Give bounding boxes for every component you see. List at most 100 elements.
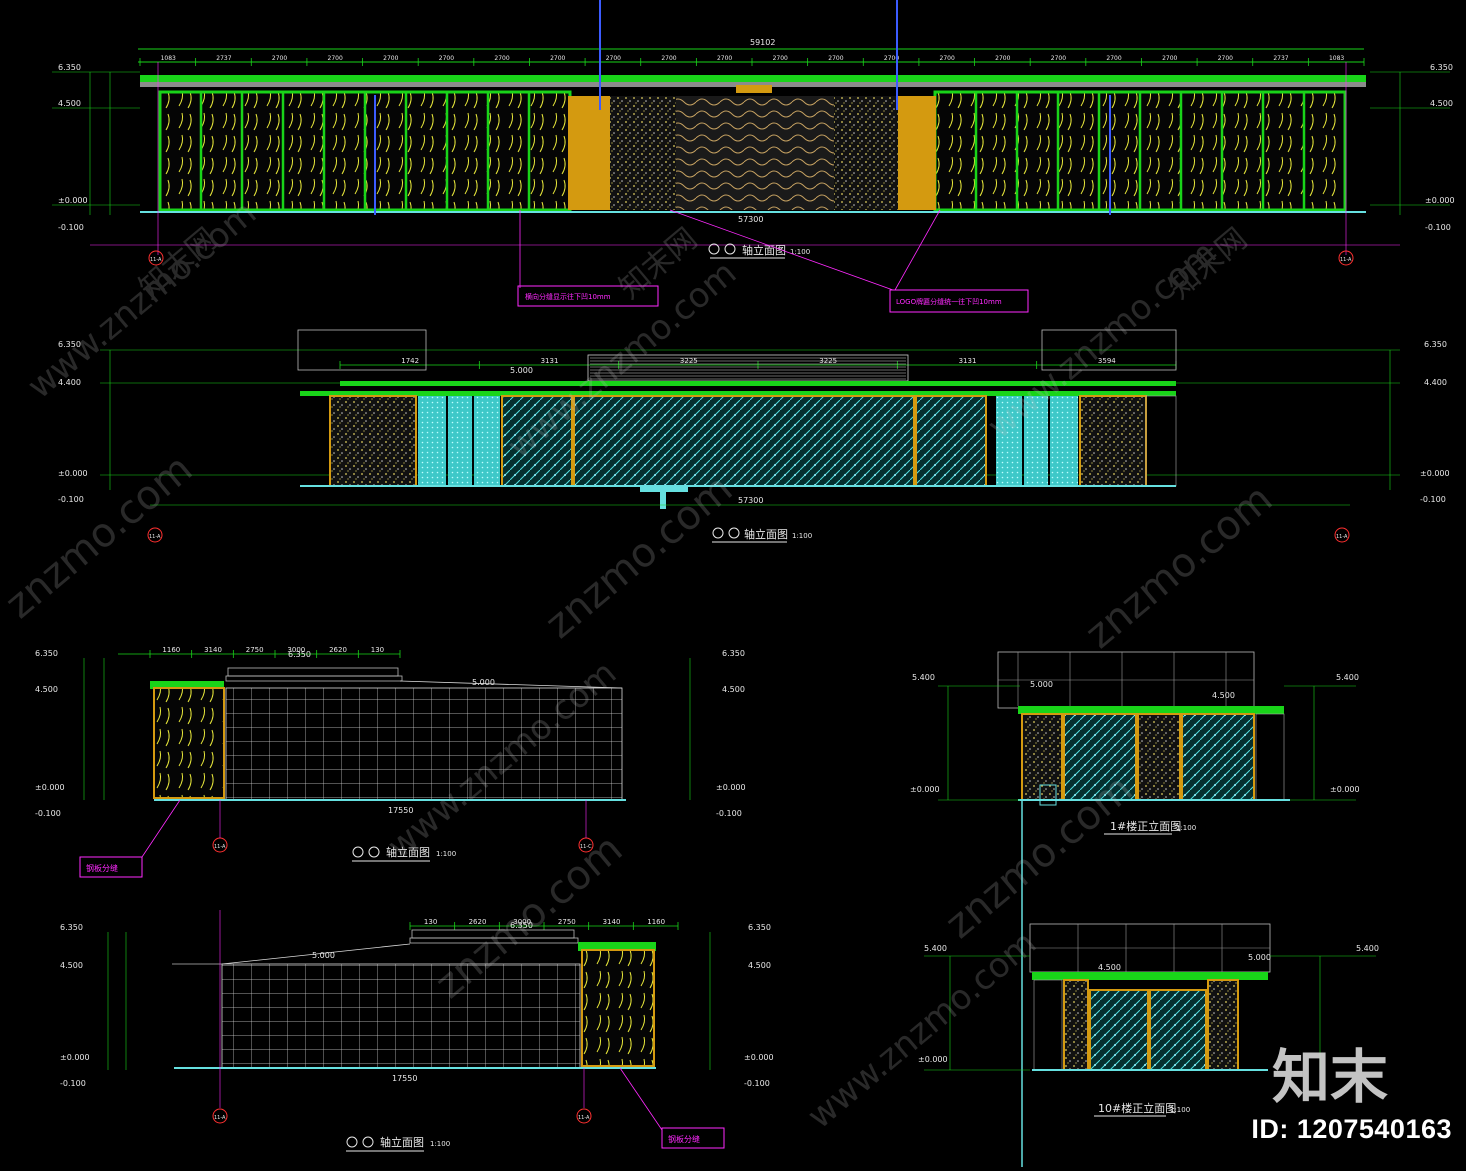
svg-text:±0.000: ±0.000 (910, 785, 940, 794)
elev3-level-top-label: 6.350 (288, 650, 311, 659)
elev3-dimension-row: 1160 3140 2750 3000 2620 130 (149, 646, 401, 658)
svg-text:±0.000: ±0.000 (918, 1055, 948, 1064)
svg-text:±0.000: ±0.000 (1420, 469, 1450, 478)
dim-value: 2700 (1218, 55, 1233, 62)
elev1-title: 轴立面图 (742, 243, 786, 257)
svg-text:±0.000: ±0.000 (1425, 196, 1455, 205)
dim-value: 2700 (383, 55, 398, 62)
dim-value: 2700 (717, 55, 732, 62)
svg-text:www.znzmo.com: www.znzmo.com (800, 923, 1044, 1137)
svg-text:-0.100: -0.100 (35, 809, 61, 818)
elev4-note: 钢板分缝 (668, 1134, 700, 1144)
svg-text:6.350: 6.350 (1424, 340, 1447, 349)
elev2-level-right: 6.350 4.400 ±0.000 -0.100 (1389, 340, 1450, 504)
elev5-scale: 1:100 (1176, 824, 1196, 832)
svg-text:6.350: 6.350 (60, 923, 83, 932)
dim-value: 1160 (647, 918, 665, 926)
elev3-roof-level: 5.000 (472, 678, 495, 687)
dim-value: 2700 (940, 55, 955, 62)
elev1-level-right: 6.350 4.500 ±0.000 -0.100 (1370, 63, 1455, 232)
dim-value: 2700 (773, 55, 788, 62)
elev4-total: 17550 (392, 1074, 417, 1083)
svg-text:-0.100: -0.100 (58, 495, 84, 504)
svg-text:4.500: 4.500 (748, 961, 771, 970)
svg-text:5.400: 5.400 (924, 944, 947, 953)
svg-text:±0.000: ±0.000 (58, 469, 88, 478)
elev2-axis-right: 11-A (1336, 534, 1348, 540)
elev3-axis-left: 11-A (214, 844, 226, 850)
elev3-scale: 1:100 (436, 850, 456, 858)
svg-text:±0.000: ±0.000 (58, 196, 88, 205)
dim-value: 2750 (246, 646, 264, 654)
dim-value: 2700 (1106, 55, 1121, 62)
svg-text:-0.100: -0.100 (1420, 495, 1446, 504)
elev5-level-left: 5.400 ±0.000 (910, 673, 1020, 801)
elev5-level-right: 5.400 ±0.000 (1284, 673, 1360, 801)
elev4-roof-level: 5.000 (312, 951, 335, 960)
elevation-4: 130 2620 3000 2750 3140 1160 5.000 6.350 6.35… (60, 910, 774, 1152)
svg-text:znzmo.com: znzmo.com (1077, 476, 1281, 658)
dim-value: 3131 (541, 357, 559, 365)
elev1-scale: 1:100 (790, 248, 810, 256)
svg-text:-0.100: -0.100 (744, 1079, 770, 1088)
svg-text:-0.100: -0.100 (58, 223, 84, 232)
svg-text:±0.000: ±0.000 (744, 1053, 774, 1062)
dim-value: 3131 (959, 357, 977, 365)
dim-value: 2700 (661, 55, 676, 62)
elev6-scale: 1:100 (1170, 1106, 1190, 1114)
svg-text:4.500: 4.500 (60, 961, 83, 970)
elev5-mid-level: 4.500 (1212, 691, 1235, 700)
dim-value: 2737 (216, 55, 231, 62)
dim-value: 2700 (1162, 55, 1177, 62)
elev4-axis-left: 11-A (214, 1115, 226, 1121)
svg-text:6.350: 6.350 (35, 649, 58, 658)
elev6-upper-floor-lines (1029, 924, 1270, 972)
elev2-axis-left: 11-A (149, 534, 161, 540)
dim-value: 3140 (603, 918, 621, 926)
elev1-axis-right: 11-A (1340, 257, 1352, 263)
svg-text:znzmo.com: znzmo.com (537, 466, 741, 648)
svg-text:-0.100: -0.100 (716, 809, 742, 818)
svg-text:-0.100: -0.100 (60, 1079, 86, 1088)
elev4-title: 轴立面图 (380, 1135, 424, 1149)
svg-text:4.500: 4.500 (58, 99, 81, 108)
svg-text:5.400: 5.400 (1336, 673, 1359, 682)
svg-text:6.350: 6.350 (722, 649, 745, 658)
elev1-note-2: LOGO牌匾分缝统一往下凹10mm (896, 297, 1002, 306)
elev6-title: 10#楼正立面图 (1098, 1101, 1176, 1115)
svg-text:6.350: 6.350 (1430, 63, 1453, 72)
dim-value: 2620 (329, 646, 347, 654)
elev3-note: 钢板分缝 (86, 863, 118, 873)
cad-drawing-canvas: 59102 1083 2737 2700 2700 2700 2700 2700 2700 27… (0, 0, 1455, 1167)
elev1-total-dim: 59102 (750, 38, 775, 47)
dim-value: 2700 (439, 55, 454, 62)
elev2-total: 57300 (738, 496, 763, 505)
elev5-roof-level: 5.000 (1030, 680, 1053, 689)
dim-value: 1083 (1329, 55, 1344, 62)
svg-text:±0.000: ±0.000 (35, 783, 65, 792)
elev6-mid-level: 4.500 (1098, 963, 1121, 972)
dim-value: 1083 (161, 55, 176, 62)
image-id-label: ID: 1207540163 (1251, 1114, 1452, 1144)
svg-text:±0.000: ±0.000 (60, 1053, 90, 1062)
svg-text:znzmo.com: znzmo.com (0, 446, 201, 628)
dim-value: 3140 (204, 646, 222, 654)
brand-logo: 知末 (1272, 1043, 1389, 1111)
dim-value: 2700 (494, 55, 509, 62)
svg-text:-0.100: -0.100 (1425, 223, 1451, 232)
dim-value: 130 (424, 918, 437, 926)
svg-text:6.350: 6.350 (58, 63, 81, 72)
svg-text:4.500: 4.500 (722, 685, 745, 694)
dim-value: 2700 (328, 55, 343, 62)
elev5-title: 1#楼正立面图 (1110, 819, 1181, 833)
dim-value: 1160 (162, 646, 180, 654)
svg-text:5.400: 5.400 (1356, 944, 1379, 953)
elev4-level-left: 6.350 4.500 ±0.000 -0.100 (60, 923, 127, 1088)
svg-text:www.znzmo.com: www.znzmo.com (20, 193, 264, 407)
elev3-level-left: 6.350 4.500 ±0.000 -0.100 (35, 649, 105, 818)
dim-value: 2700 (606, 55, 621, 62)
elev6-roof-level: 5.000 (1248, 953, 1271, 962)
elev4-scale: 1:100 (430, 1140, 450, 1148)
dim-value: 2700 (995, 55, 1010, 62)
svg-text:5.400: 5.400 (912, 673, 935, 682)
